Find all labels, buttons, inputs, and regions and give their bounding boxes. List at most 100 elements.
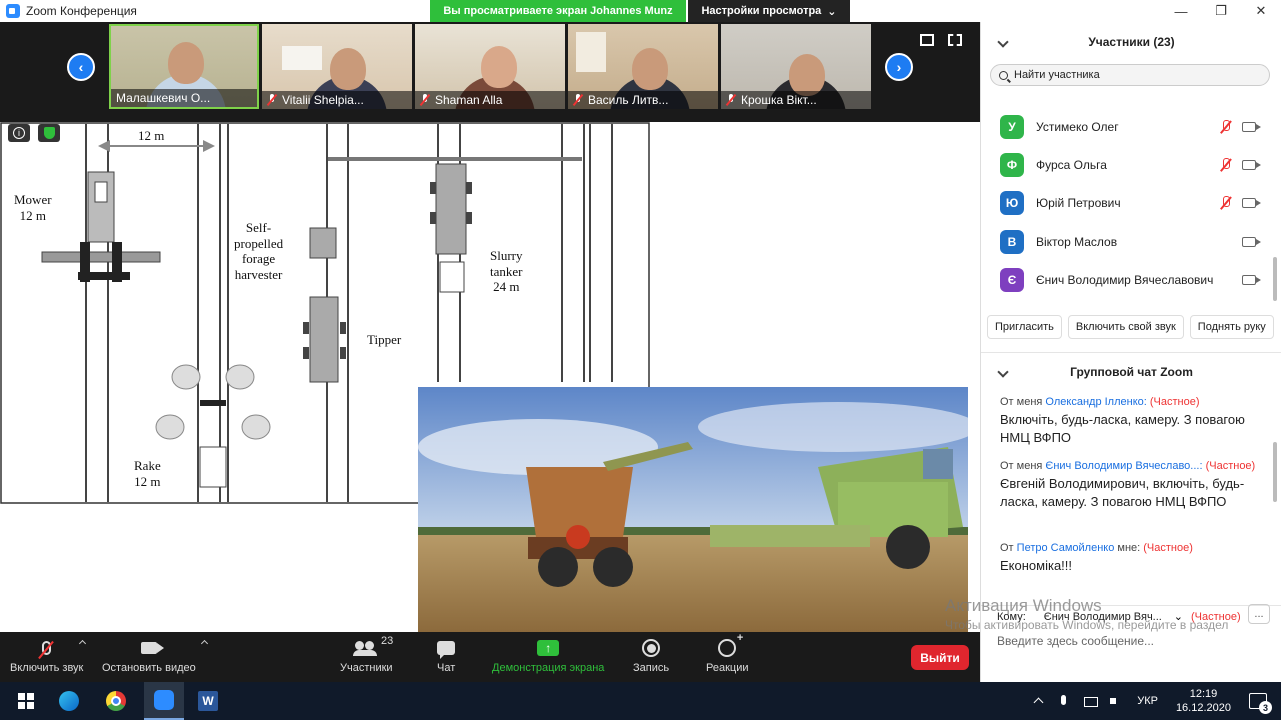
message-sender[interactable]: Петро Самойленко	[1017, 542, 1115, 554]
thumbnail-name-label: Shaman Alla	[415, 91, 565, 109]
participant-row[interactable]: У Устимеко Олег	[981, 108, 1271, 146]
unmute-button[interactable]: Включить звук	[10, 637, 87, 674]
avatar: Ф	[1000, 153, 1024, 177]
participant-row[interactable]: Є Єнич Володимир Вячеславович	[981, 261, 1271, 299]
diagram-rake-label: Rake 12 m	[134, 458, 161, 489]
participant-row[interactable]: Ф Фурса Ольга	[981, 146, 1271, 184]
thumbnail-name-label: Малашкевич О...	[111, 89, 257, 107]
view-options-button[interactable]: Настройки просмотра ⌄	[688, 0, 850, 22]
chevron-down-icon[interactable]	[997, 366, 1009, 378]
mic-muted-icon	[1220, 158, 1232, 172]
prev-page-button[interactable]: ‹	[67, 53, 95, 81]
next-page-button[interactable]: ›	[885, 53, 913, 81]
chevron-down-icon[interactable]: ⌄	[1174, 610, 1183, 623]
system-tray: УКР 12:19 16.12.2020 3	[1025, 682, 1281, 720]
thumbnail-name-label: Крошка Вікт...	[721, 91, 871, 109]
start-button[interactable]	[13, 688, 39, 714]
video-thumbnail[interactable]: Shaman Alla	[415, 24, 565, 109]
message-prefix: От меня	[1000, 396, 1046, 408]
recipient-select[interactable]: Єнич Володимир Вяч...	[1044, 611, 1174, 623]
video-thumbnail[interactable]: Малашкевич О...	[109, 24, 259, 109]
unmute-self-button[interactable]: Включить свой звук	[1067, 315, 1184, 339]
zoom-taskbar-button[interactable]	[144, 682, 184, 720]
message-meta: От Петро Самойленко мне: (Частное)	[1000, 542, 1272, 554]
chevron-down-icon[interactable]	[997, 36, 1009, 48]
mic-muted-icon	[726, 94, 736, 106]
avatar: В	[1000, 230, 1024, 254]
thumbnail-name-label: Василь Литв...	[568, 91, 718, 109]
language-indicator[interactable]: УКР	[1137, 695, 1158, 707]
chat-title: Групповой чат Zoom	[1070, 365, 1193, 379]
chevron-up-icon[interactable]	[79, 639, 87, 648]
avatar: У	[1000, 115, 1024, 139]
clock-time: 12:19	[1189, 688, 1218, 700]
more-options-button[interactable]: ...	[1248, 604, 1270, 624]
stop-video-button[interactable]: Остановить видео	[102, 637, 208, 674]
participants-scrollbar[interactable]	[1273, 257, 1277, 301]
zoom-logo-icon	[6, 4, 20, 18]
chat-message: От Петро Самойленко мне: (Частное) Еконо…	[1000, 542, 1272, 575]
participant-name: Фурса Ольга	[1036, 158, 1107, 172]
invite-button[interactable]: Пригласить	[987, 315, 1062, 339]
message-text: Євгеній Володимирович, включіть, будь-ла…	[1000, 476, 1245, 509]
message-suffix: мне:	[1114, 542, 1141, 554]
edge-taskbar-button[interactable]	[56, 688, 82, 714]
record-button[interactable]: Запись	[633, 637, 669, 674]
message-meta: От меня Єнич Володимир Вячеславо...: (Ча…	[1000, 460, 1272, 472]
chevron-down-icon: ⌄	[827, 5, 837, 18]
mic-muted-icon	[267, 94, 277, 106]
chat-recipient-row: Кому: Єнич Володимир Вяч... ⌄ (Частное) …	[981, 604, 1281, 627]
mic-muted-icon	[1220, 120, 1232, 134]
share-screen-icon: ↑	[537, 640, 560, 656]
message-recipient[interactable]: Єнич Володимир Вячеславо...:	[1045, 460, 1202, 472]
minimize-button[interactable]: —	[1161, 0, 1201, 22]
participants-icon	[353, 641, 378, 656]
to-label: Кому:	[997, 610, 1026, 623]
mic-muted-icon	[1220, 196, 1232, 210]
gallery-view-icon[interactable]	[920, 34, 934, 46]
person-head	[481, 46, 517, 88]
chat-label: Чат	[437, 662, 456, 674]
video-thumbnail[interactable]: Vitalii Shelpia...	[262, 24, 412, 109]
participants-title: Участники (23)	[1088, 35, 1175, 49]
message-text: Економіка!!!	[1000, 558, 1073, 573]
record-icon	[642, 639, 661, 657]
whiteboard	[282, 46, 322, 70]
leave-meeting-button[interactable]: Выйти	[911, 645, 969, 670]
video-thumbnail[interactable]: Крошка Вікт...	[721, 24, 871, 109]
diagram-slurry-label: Slurry tanker 24 m	[490, 248, 523, 295]
network-icon[interactable]	[1084, 695, 1099, 707]
encryption-button[interactable]	[38, 124, 60, 142]
maximize-button[interactable]: ❐	[1201, 0, 1241, 22]
participants-button[interactable]: 23 Участники	[340, 635, 393, 674]
word-icon: W	[198, 691, 218, 711]
reactions-button[interactable]: Реакции	[706, 632, 749, 674]
volume-icon[interactable]	[1110, 695, 1122, 707]
participant-row[interactable]: В Віктор Маслов	[981, 223, 1271, 261]
private-tag: (Частное)	[1205, 460, 1256, 472]
participant-name: Віктор Маслов	[1036, 235, 1118, 249]
participant-search-input[interactable]: Найти участника	[990, 64, 1270, 86]
microphone-icon[interactable]	[1058, 695, 1070, 707]
word-taskbar-button[interactable]: W	[194, 688, 222, 714]
chat-button[interactable]: Чат	[437, 637, 455, 674]
share-screen-button[interactable]: ↑ Демонстрация экрана	[492, 637, 604, 674]
chevron-up-icon[interactable]	[1032, 695, 1044, 707]
clock[interactable]: 12:19 16.12.2020	[1176, 687, 1231, 715]
notification-center-button[interactable]: 3	[1249, 693, 1272, 714]
raise-hand-button[interactable]: Поднять руку	[1189, 315, 1274, 339]
meeting-info-button[interactable]: i	[8, 124, 30, 142]
close-button[interactable]: ✕	[1241, 0, 1281, 22]
chat-scrollbar[interactable]	[1273, 442, 1277, 502]
video-thumbnail[interactable]: Василь Литв...	[568, 24, 718, 109]
participant-row[interactable]: Ю Юрій Петрович	[981, 184, 1271, 222]
chevron-up-icon[interactable]	[200, 639, 208, 648]
meeting-toolbar: Включить звук Остановить видео 23 Участн…	[0, 632, 980, 682]
chevron-left-icon: ‹	[78, 59, 84, 75]
person-head	[330, 48, 366, 90]
message-recipient[interactable]: Олександр Ілленко:	[1045, 396, 1146, 408]
unmute-label: Включить звук	[10, 662, 84, 674]
fullscreen-icon[interactable]	[948, 34, 962, 46]
chat-message-input[interactable]: Введите здесь сообщение...	[997, 634, 1154, 648]
chrome-taskbar-button[interactable]	[103, 688, 129, 714]
